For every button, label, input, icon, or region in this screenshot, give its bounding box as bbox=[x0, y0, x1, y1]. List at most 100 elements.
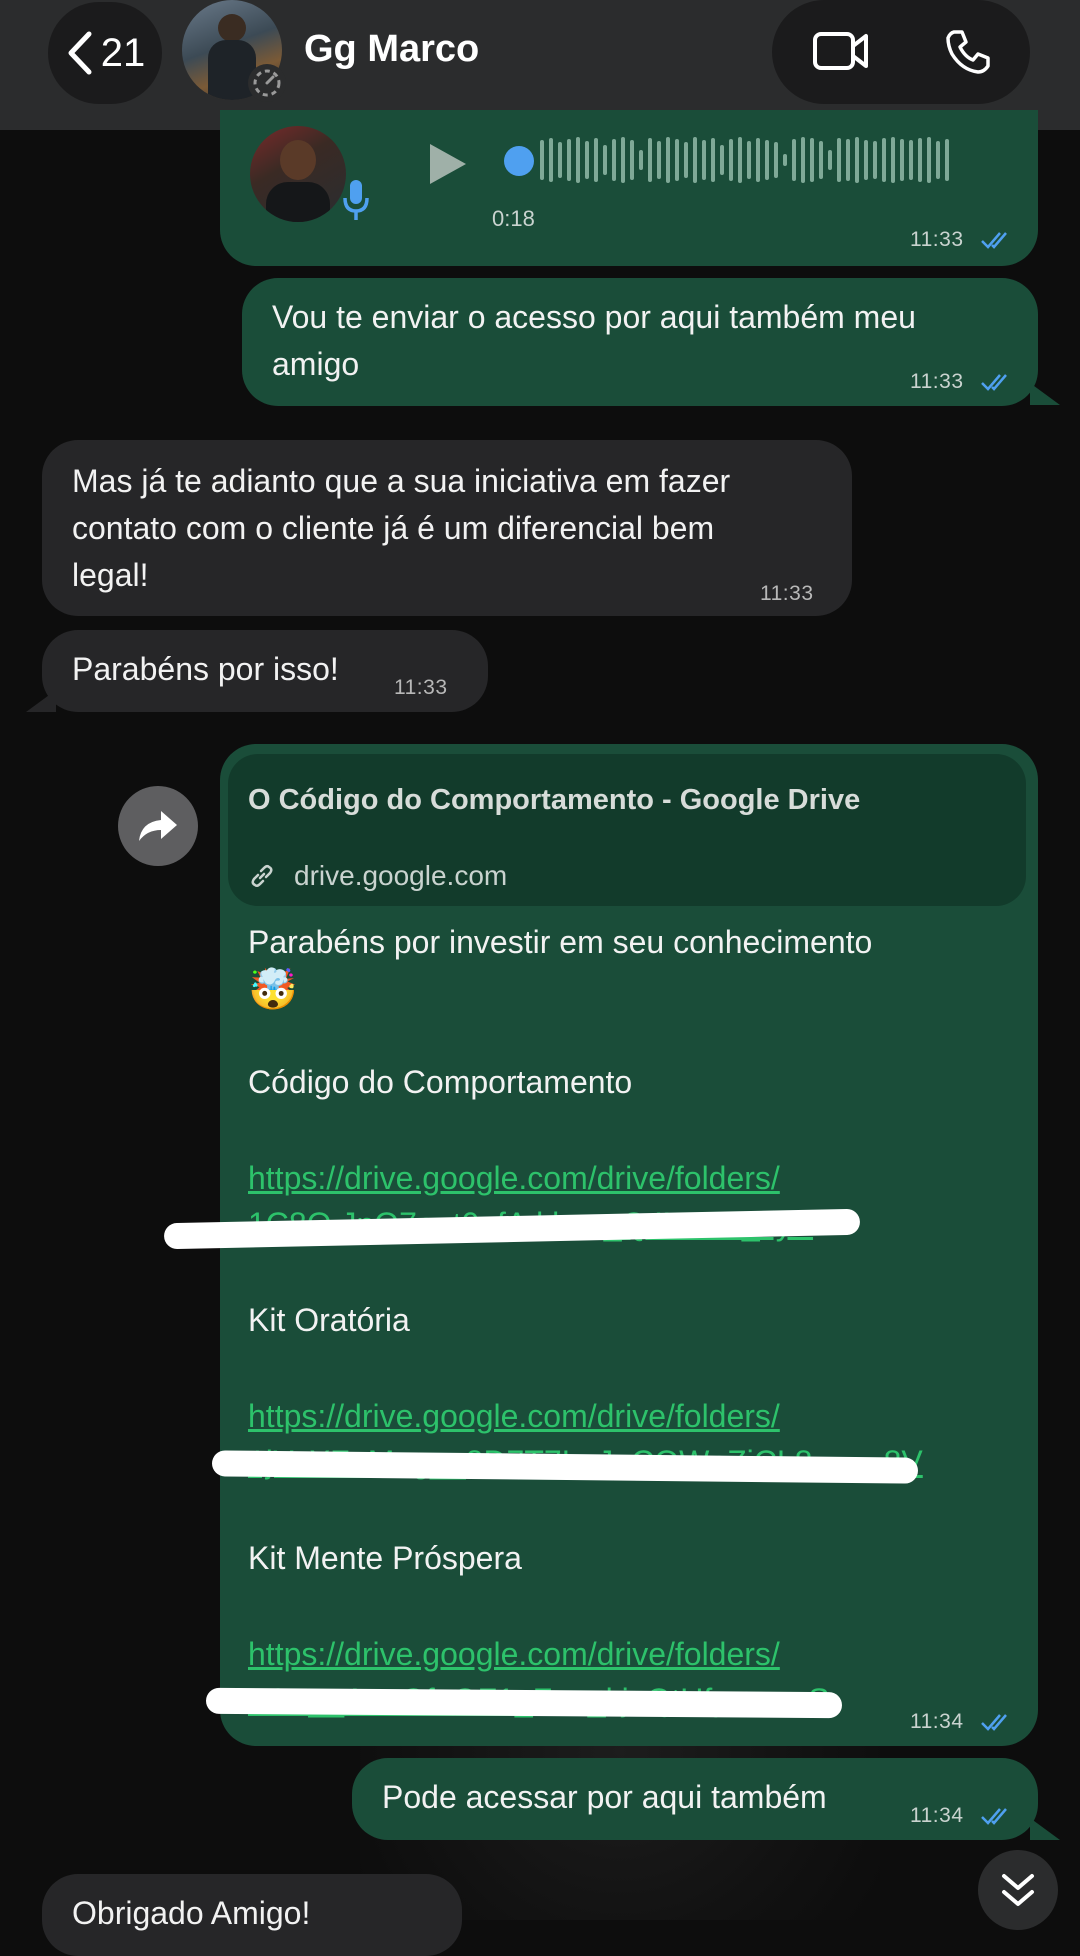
bubble-tail bbox=[1030, 383, 1060, 405]
double-check-icon bbox=[981, 1808, 1007, 1825]
phone-icon[interactable] bbox=[944, 28, 992, 76]
bubble-tail bbox=[1030, 1818, 1060, 1840]
waveform-bar bbox=[729, 139, 733, 181]
waveform-bar bbox=[828, 150, 832, 170]
microphone-icon bbox=[343, 180, 369, 220]
double-check-icon bbox=[981, 374, 1007, 391]
message-bubble-incoming[interactable]: Mas já te adianto que a sua iniciativa e… bbox=[42, 440, 852, 616]
drive-link[interactable]: https://drive.google.com/drive/folders/ bbox=[248, 1160, 780, 1197]
waveform-bar bbox=[567, 139, 571, 181]
message-bubble-outgoing[interactable]: Pode acessar por aqui também 11:34 bbox=[352, 1758, 1038, 1840]
waveform-bar bbox=[648, 138, 652, 182]
message-time: 11:34 bbox=[910, 1804, 964, 1827]
double-chevron-down-icon bbox=[1002, 1874, 1034, 1906]
waveform-bar bbox=[612, 139, 616, 181]
waveform-bar bbox=[783, 154, 787, 166]
double-check-icon bbox=[981, 232, 1007, 249]
message-text: amigo bbox=[272, 346, 360, 382]
call-actions bbox=[772, 0, 1030, 104]
waveform-bar bbox=[900, 139, 904, 181]
waveform-bar bbox=[558, 142, 562, 178]
contact-name[interactable]: Gg Marco bbox=[304, 28, 479, 71]
voice-duration: 0:18 bbox=[492, 206, 535, 231]
waveform-bar bbox=[666, 137, 670, 183]
link-message-bubble[interactable]: O Código do Comportamento - Google Drive… bbox=[163, 744, 1038, 1746]
waveform-bar bbox=[693, 137, 697, 183]
forward-button[interactable] bbox=[118, 786, 198, 866]
waveform-bar bbox=[675, 139, 679, 181]
waveform-bar bbox=[603, 145, 607, 175]
waveform-bar bbox=[585, 141, 589, 179]
message-bubble-incoming[interactable]: Obrigado Amigo! bbox=[42, 1874, 462, 1956]
waveform-bar bbox=[810, 138, 814, 182]
back-button[interactable]: 21 bbox=[48, 2, 162, 104]
waveform-bar bbox=[873, 141, 877, 179]
message-text: Parabéns por investir em seu conheciment… bbox=[248, 924, 873, 960]
message-text: legal! bbox=[72, 557, 149, 593]
waveform-bar bbox=[576, 137, 580, 183]
redaction-scribble bbox=[205, 1687, 843, 1719]
waveform-bar bbox=[720, 145, 724, 175]
status-ring-icon bbox=[248, 64, 286, 102]
voice-waveform[interactable] bbox=[540, 132, 949, 188]
link-icon bbox=[251, 864, 273, 888]
link-preview-title: O Código do Comportamento - Google Drive bbox=[248, 784, 861, 816]
waveform-bar bbox=[639, 150, 643, 170]
waveform-bar bbox=[657, 141, 661, 179]
waveform-bar bbox=[909, 140, 913, 180]
drive-link[interactable]: https://drive.google.com/drive/folders/ bbox=[248, 1636, 780, 1673]
scroll-to-bottom-button[interactable] bbox=[978, 1850, 1058, 1930]
message-bubble-incoming[interactable]: Parabéns por isso! 11:33 bbox=[42, 630, 488, 712]
playback-scrubber[interactable] bbox=[504, 146, 534, 176]
drive-link[interactable]: https://drive.google.com/drive/folders/ bbox=[248, 1398, 780, 1435]
waveform-bar bbox=[927, 137, 931, 183]
message-text: Mas já te adianto que a sua iniciativa e… bbox=[72, 463, 731, 499]
waveform-bar bbox=[684, 142, 688, 178]
message-text: contato com o cliente já é um diferencia… bbox=[72, 510, 715, 546]
waveform-bar bbox=[774, 142, 778, 178]
sender-avatar bbox=[250, 126, 346, 222]
message-bubble-outgoing[interactable]: Vou te enviar o acesso por aqui também m… bbox=[242, 278, 1038, 406]
waveform-bar bbox=[756, 138, 760, 182]
bubble-tail bbox=[26, 690, 56, 712]
link-title: Kit Mente Próspera bbox=[248, 1540, 522, 1576]
waveform-bar bbox=[918, 138, 922, 182]
message-time: 11:33 bbox=[760, 582, 814, 605]
waveform-bar bbox=[792, 139, 796, 181]
waveform-bar bbox=[945, 139, 949, 181]
waveform-bar bbox=[702, 140, 706, 180]
waveform-bar bbox=[846, 139, 850, 181]
message-text: Obrigado Amigo! bbox=[72, 1895, 311, 1931]
message-time: 11:33 bbox=[910, 228, 964, 251]
waveform-bar bbox=[837, 138, 841, 182]
waveform-bar bbox=[747, 141, 751, 179]
waveform-bar bbox=[765, 140, 769, 180]
waveform-bar bbox=[882, 138, 886, 182]
waveform-bar bbox=[711, 138, 715, 182]
play-icon[interactable] bbox=[426, 140, 470, 188]
waveform-bar bbox=[819, 141, 823, 179]
message-time: 11:34 bbox=[910, 1710, 964, 1733]
waveform-bar bbox=[540, 140, 544, 180]
waveform-bar bbox=[738, 137, 742, 183]
message-time: 11:33 bbox=[394, 676, 448, 699]
link-preview-domain: drive.google.com bbox=[294, 860, 508, 891]
message-time: 11:33 bbox=[910, 370, 964, 393]
unread-count: 21 bbox=[100, 30, 146, 75]
message-text: Parabéns por isso! bbox=[72, 651, 339, 687]
mind-blown-emoji: 🤯 bbox=[248, 968, 298, 1012]
video-call-icon[interactable] bbox=[812, 30, 870, 72]
forward-icon bbox=[139, 811, 177, 841]
link-title: Kit Oratória bbox=[248, 1302, 410, 1338]
waveform-bar bbox=[855, 137, 859, 183]
waveform-bar bbox=[549, 138, 553, 182]
link-title: Código do Comportamento bbox=[248, 1064, 633, 1100]
double-check-icon bbox=[981, 1714, 1007, 1731]
waveform-bar bbox=[801, 137, 805, 183]
waveform-bar bbox=[630, 140, 634, 180]
waveform-bar bbox=[621, 137, 625, 183]
voice-message-bubble[interactable]: 0:18 11:33 bbox=[220, 110, 1038, 266]
chevron-left-icon bbox=[68, 31, 92, 75]
waveform-bar bbox=[891, 137, 895, 183]
link-preview[interactable]: O Código do Comportamento - Google Drive… bbox=[228, 754, 1026, 906]
